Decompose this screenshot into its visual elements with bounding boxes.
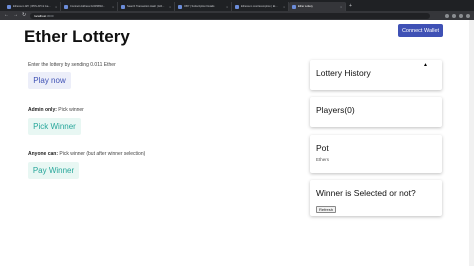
admin-only-label: Admin only: <box>28 107 57 113</box>
page-title: Ether Lottery <box>24 27 130 46</box>
tab-label: Contract Address 0x0b5f83d... <box>70 5 105 8</box>
favicon-icon <box>64 4 68 9</box>
browser-toolbar-icons <box>445 13 470 18</box>
favicon-icon <box>235 4 239 9</box>
browser-tab-active[interactable]: Ether Lottery × <box>289 2 346 11</box>
admin-only-text: Admin only: Pick winner <box>28 107 84 113</box>
close-tab-icon[interactable]: × <box>169 5 171 9</box>
favicon-icon <box>7 4 11 9</box>
extension-icon[interactable] <box>452 13 456 18</box>
profile-icon[interactable] <box>459 13 463 18</box>
anyone-can-text: Anyone can: Pick winner (but after winne… <box>28 151 145 157</box>
tab-label: Search Transaction Hash | Eth... <box>127 5 165 8</box>
close-tab-icon[interactable]: × <box>112 5 114 9</box>
new-tab-button[interactable]: + <box>349 2 352 11</box>
anyone-can-desc: Pick winner (but after winner selection) <box>58 151 146 157</box>
close-tab-icon[interactable]: × <box>55 5 57 9</box>
browser-tab[interactable]: Ethereum cost Exemption | Et... × <box>232 2 289 11</box>
favicon-icon <box>178 4 182 9</box>
winner-title: Winner is Selected or not? <box>316 188 416 198</box>
url-port: :3000 <box>46 13 54 18</box>
url-host: localhost <box>34 13 47 18</box>
close-tab-icon[interactable]: × <box>226 5 228 9</box>
tab-label: Ether Lottery <box>298 5 313 8</box>
page-scrollbar[interactable] <box>469 20 474 266</box>
favicon-icon <box>121 4 125 9</box>
anyone-can-label: Anyone can: <box>28 151 59 157</box>
enter-lottery-text: Enter the lottery by sending 0.011 Ether <box>28 62 116 68</box>
close-tab-icon[interactable]: × <box>340 5 342 9</box>
address-bar-row: ← → ↻ localhost:3000 <box>0 11 474 20</box>
url-input[interactable]: localhost:3000 <box>30 12 431 19</box>
pot-card: Pot Ethers <box>310 135 442 173</box>
pay-winner-button[interactable]: Pay Winner <box>28 162 79 179</box>
pot-title: Pot <box>316 143 329 153</box>
extension-icon[interactable] <box>445 13 449 18</box>
reload-icon[interactable]: ↻ <box>22 11 26 20</box>
lottery-history-title: Lottery History <box>316 68 371 78</box>
pot-unit: Ethers <box>316 157 330 162</box>
favicon-icon <box>292 4 296 9</box>
admin-only-desc: Pick winner <box>56 107 84 113</box>
players-title: Players(0) <box>316 105 355 115</box>
browser-tab[interactable]: Contract Address 0x0b5f83d... × <box>61 2 118 11</box>
play-now-button[interactable]: Play now <box>28 72 71 89</box>
tab-label: Ethereum API | IPFS API & Ga... <box>13 5 51 8</box>
forward-arrow-icon[interactable]: → <box>13 11 18 20</box>
browser-tab[interactable]: Ethereum API | IPFS API & Ga... × <box>4 2 61 11</box>
mouse-cursor-icon: ▲ <box>423 62 428 68</box>
tab-label: OBY | Subscription Details <box>184 5 215 8</box>
pick-winner-button[interactable]: Pick Winner <box>28 118 81 135</box>
back-arrow-icon[interactable]: ← <box>4 11 9 20</box>
refresh-button[interactable]: Refresh <box>316 206 337 213</box>
tab-label: Ethereum cost Exemption | Et... <box>241 5 278 8</box>
winner-card: Winner is Selected or not? Refresh <box>310 180 442 216</box>
close-tab-icon[interactable]: × <box>283 5 285 9</box>
browser-tab-bar: Ethereum API | IPFS API & Ga... × Contrac… <box>0 0 474 11</box>
browser-tab[interactable]: OBY | Subscription Details × <box>175 2 232 11</box>
connect-wallet-button[interactable]: Connect Wallet <box>398 24 443 37</box>
browser-tab[interactable]: Search Transaction Hash | Eth... × <box>118 2 175 11</box>
menu-icon[interactable] <box>466 13 470 18</box>
page-content: Ether Lottery Connect Wallet Enter the l… <box>0 20 474 266</box>
players-card: Players(0) <box>310 97 442 127</box>
